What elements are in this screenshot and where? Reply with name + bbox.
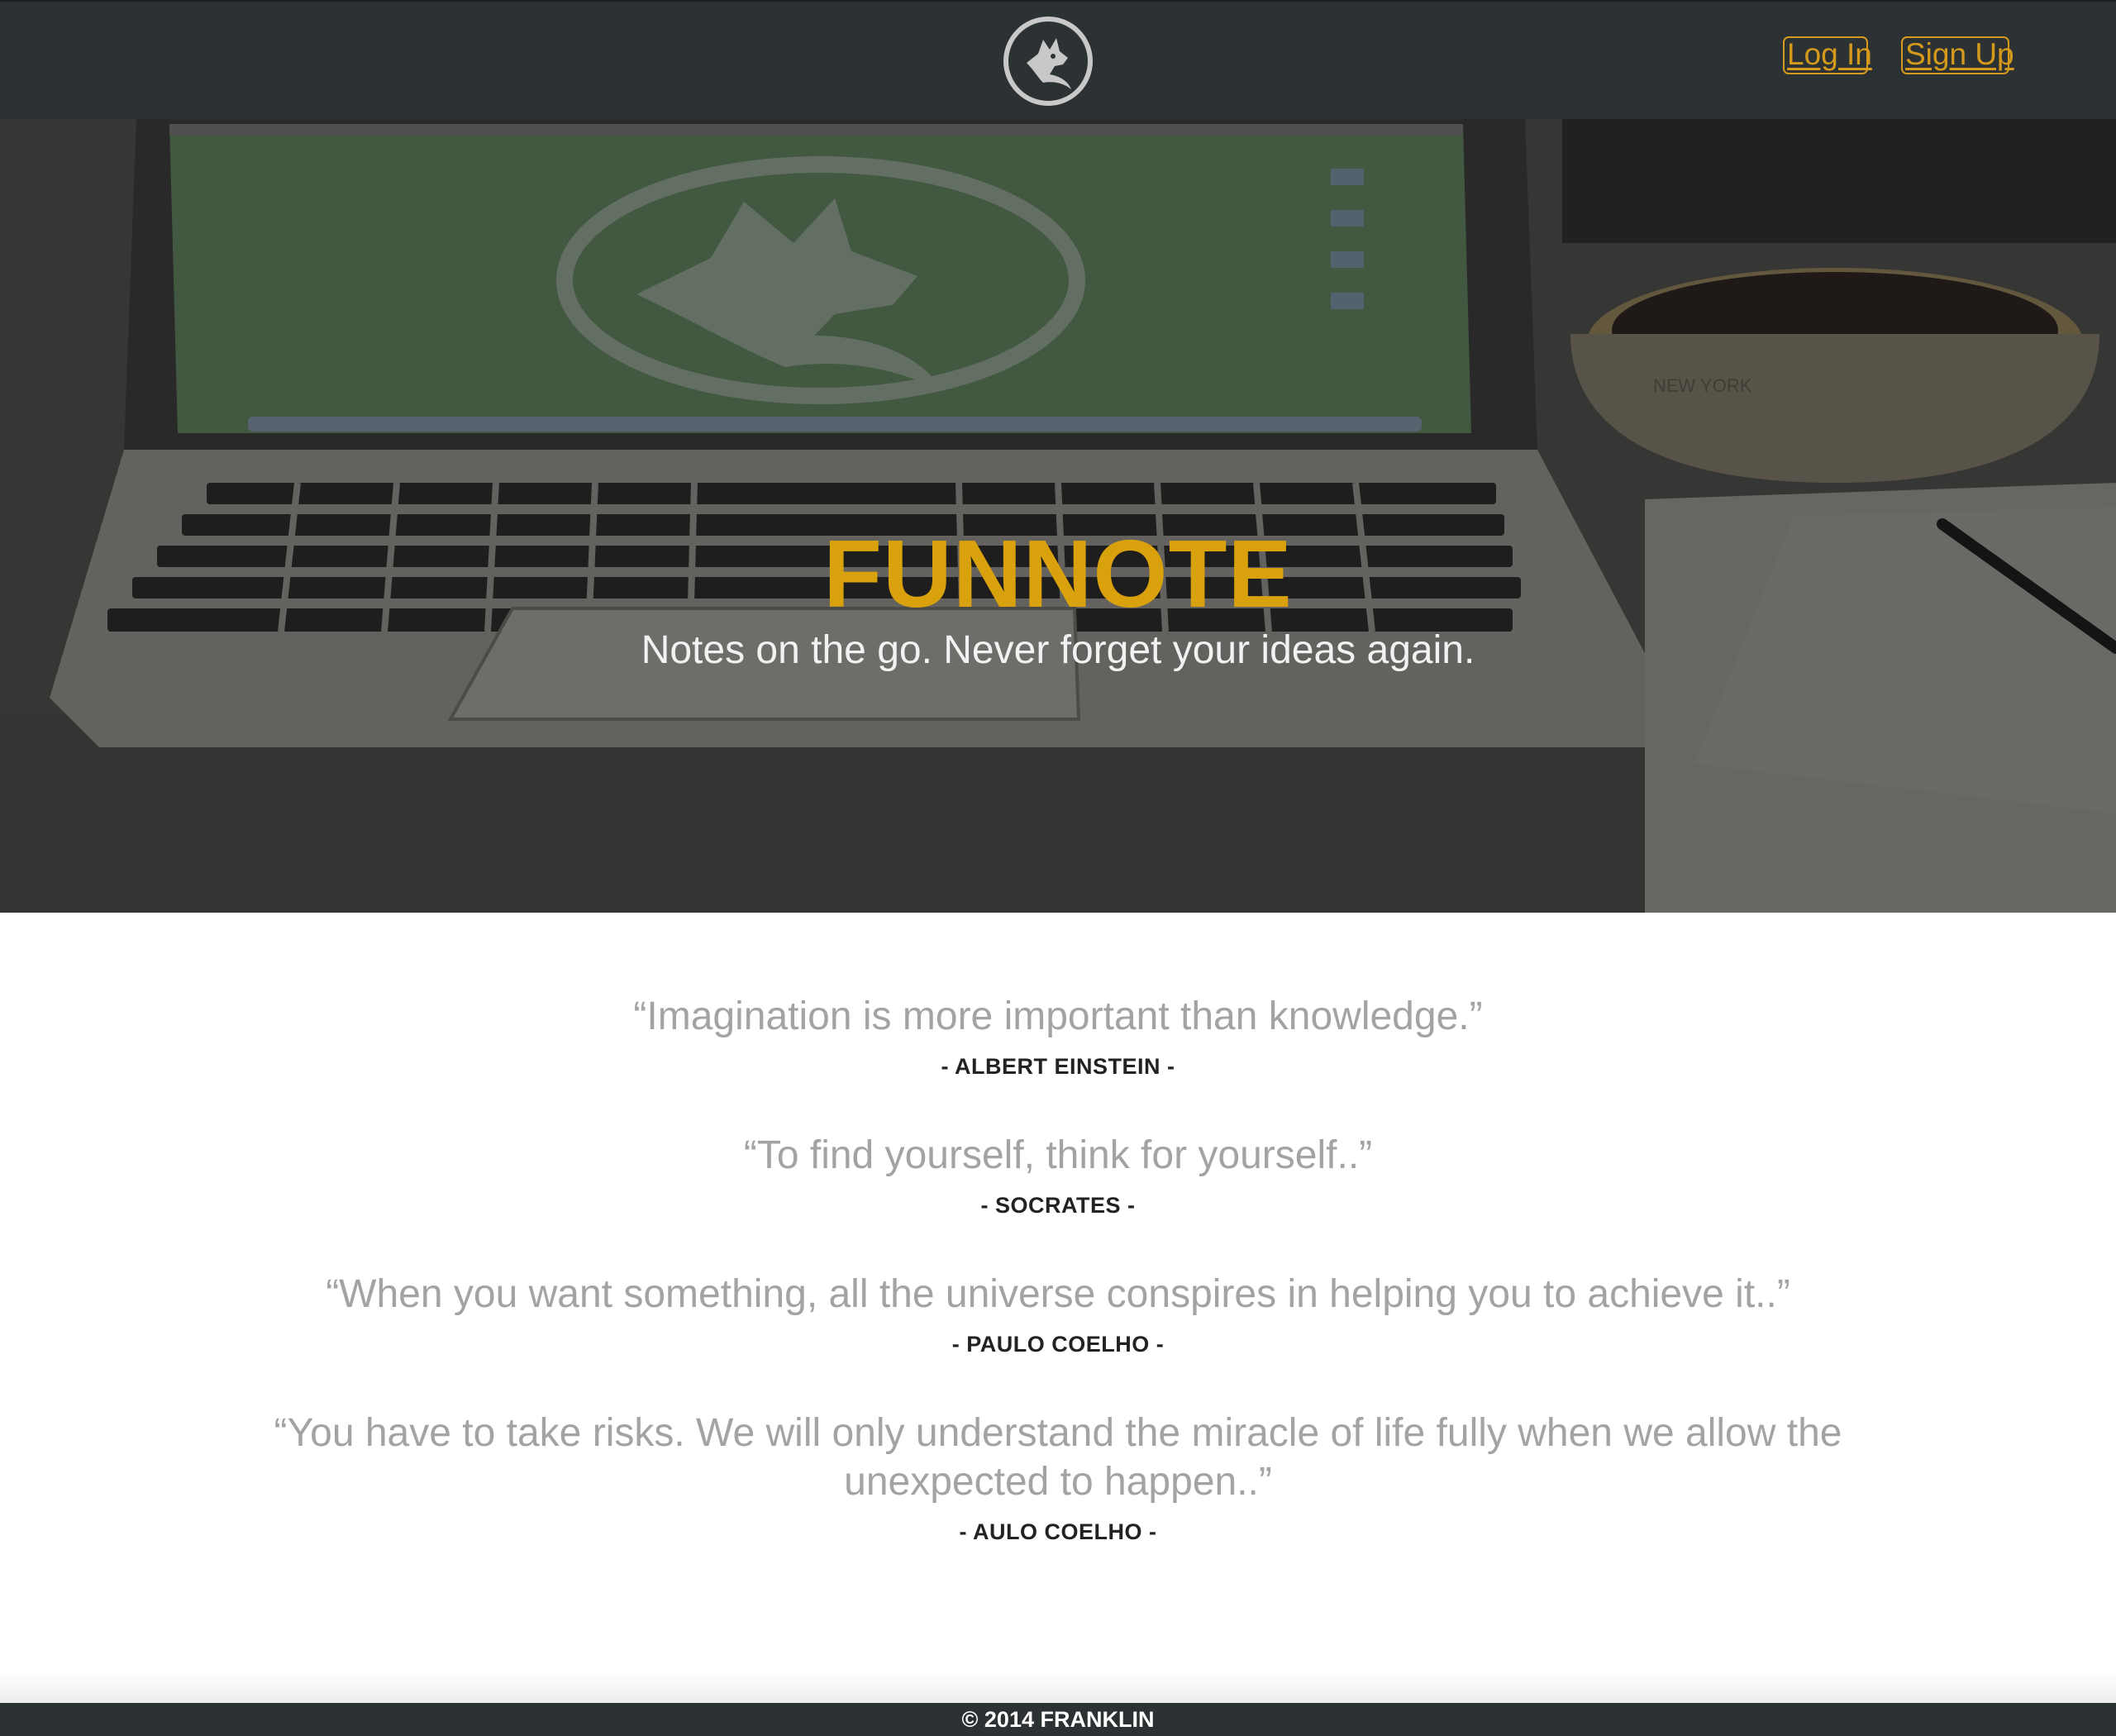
hero-background-photo: NEW YORK <box>0 119 2116 913</box>
quote-text: “You have to take risks. We will only un… <box>274 1411 1842 1504</box>
hero-banner: NEW YORK FUNNOTE Notes on the go. Never … <box>0 119 2116 913</box>
top-navbar: Log In Sign Up <box>0 0 2116 119</box>
quote-text: “When you want something, all the univer… <box>326 1272 1790 1316</box>
quote-item: “When you want something, all the univer… <box>0 1270 2116 1358</box>
quote-author: - SOCRATES - <box>980 1193 1136 1218</box>
fox-logo-icon[interactable] <box>1002 15 1094 107</box>
quote-author: - PAULO COELHO - <box>951 1332 1165 1357</box>
quote-text: “To find yourself, think for yourself..” <box>743 1133 1373 1177</box>
hero-title: FUNNOTE <box>823 520 1293 627</box>
quote-author: - ALBERT EINSTEIN - <box>941 1054 1175 1079</box>
signup-button[interactable]: Sign Up <box>1901 36 2014 74</box>
quote-author: - AULO COELHO - <box>959 1519 1157 1544</box>
quote-item: “To find yourself, think for yourself..”… <box>0 1131 2116 1219</box>
login-button[interactable]: Log In <box>1783 36 1872 74</box>
quote-item: “Imagination is more important than know… <box>0 992 2116 1080</box>
footer-copyright: © 2014 FRANKLIN <box>0 1703 2116 1736</box>
footer-shadow <box>0 1670 2116 1703</box>
hero-subtitle: Notes on the go. Never forget your ideas… <box>641 628 1475 672</box>
quote-item: “You have to take risks. We will only un… <box>0 1409 2116 1546</box>
quote-text: “Imagination is more important than know… <box>633 994 1483 1038</box>
